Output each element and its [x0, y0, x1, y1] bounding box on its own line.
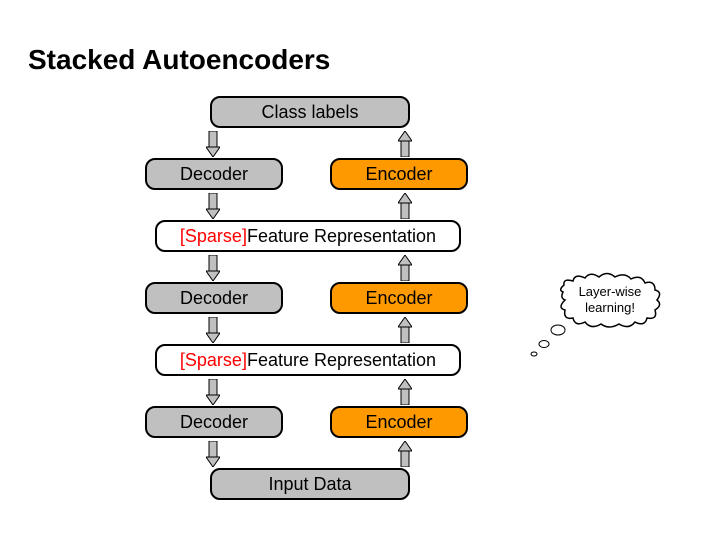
annotation-cloud: Layer-wise learning! [555, 270, 665, 330]
feature-rep-box-1: [Sparse] Feature Representation [155, 220, 461, 252]
feature-rep-box-2: [Sparse] Feature Representation [155, 344, 461, 376]
arrow-up-icon [398, 317, 412, 337]
arrow-down-icon [206, 441, 220, 461]
page-title: Stacked Autoencoders [28, 44, 330, 76]
arrow-down-icon [206, 131, 220, 151]
decoder-text-3: Decoder [180, 412, 248, 433]
sparse-prefix-1: [Sparse] [180, 226, 247, 247]
input-data-text: Input Data [268, 474, 351, 495]
encoder-text-2: Encoder [365, 288, 432, 309]
arrow-up-icon [398, 193, 412, 213]
encoder-box-2: Encoder [330, 282, 468, 314]
input-data-box: Input Data [210, 468, 410, 500]
decoder-box-1: Decoder [145, 158, 283, 190]
arrow-down-icon [206, 317, 220, 337]
arrow-down-icon [206, 255, 220, 275]
feature-rep-text-2: Feature Representation [247, 350, 436, 371]
annotation-text: Layer-wise learning! [555, 284, 665, 315]
class-labels-box: Class labels [210, 96, 410, 128]
arrow-down-icon [206, 379, 220, 399]
arrow-down-icon [206, 193, 220, 213]
decoder-box-2: Decoder [145, 282, 283, 314]
class-labels-text: Class labels [261, 102, 358, 123]
arrow-up-icon [398, 255, 412, 275]
cloud-tail-icon [530, 322, 570, 362]
decoder-box-3: Decoder [145, 406, 283, 438]
encoder-text-3: Encoder [365, 412, 432, 433]
encoder-box-3: Encoder [330, 406, 468, 438]
arrow-up-icon [398, 441, 412, 461]
decoder-text-2: Decoder [180, 288, 248, 309]
sparse-prefix-2: [Sparse] [180, 350, 247, 371]
encoder-box-1: Encoder [330, 158, 468, 190]
encoder-text-1: Encoder [365, 164, 432, 185]
feature-rep-text-1: Feature Representation [247, 226, 436, 247]
arrow-up-icon [398, 131, 412, 151]
arrow-up-icon [398, 379, 412, 399]
decoder-text-1: Decoder [180, 164, 248, 185]
